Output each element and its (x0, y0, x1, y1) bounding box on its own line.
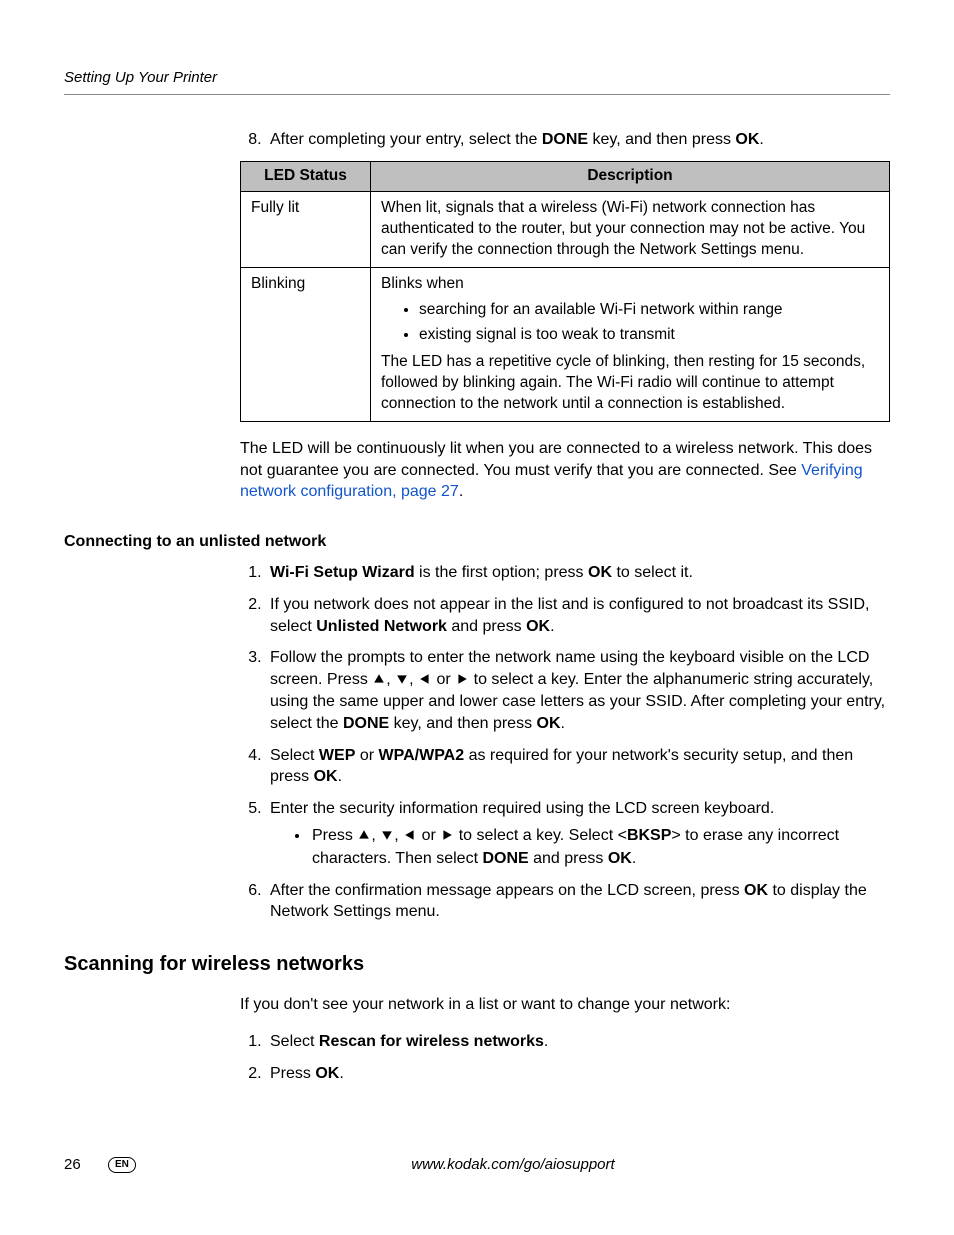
ok-key: OK (744, 882, 768, 899)
text: key, and then press (588, 131, 735, 148)
step-2: Press OK. (266, 1063, 890, 1085)
section-scanning: Scanning for wireless networks (64, 951, 890, 978)
rescan-option: Rescan for wireless networks (319, 1033, 544, 1050)
text: The LED will be continuously lit when yo… (240, 440, 872, 479)
main-content: After completing your entry, select the … (240, 129, 890, 503)
text: or (432, 671, 455, 688)
text: Select (270, 747, 319, 764)
ok-key: OK (537, 715, 561, 732)
cell-description: When lit, signals that a wireless (Wi-Fi… (371, 191, 890, 267)
text: . (339, 1065, 343, 1082)
done-key: DONE (542, 131, 588, 148)
language-badge: EN (108, 1157, 136, 1173)
text: . (759, 131, 763, 148)
text: Press (312, 827, 357, 844)
text: After the confirmation message appears o… (270, 882, 744, 899)
text: . (550, 618, 554, 635)
page-footer: 26 EN www.kodak.com/go/aiosupport (64, 1155, 890, 1175)
unlisted-network: Unlisted Network (316, 618, 447, 635)
list-item: Press , , or to select a key. Select <BK… (310, 825, 890, 869)
wep: WEP (319, 747, 355, 764)
page-number: 26 (64, 1155, 104, 1175)
ok-key: OK (608, 850, 632, 867)
done-key: DONE (482, 850, 528, 867)
ok-key: OK (735, 131, 759, 148)
arrow-right-icon (455, 670, 469, 692)
text: . (338, 768, 342, 785)
arrow-up-icon (357, 826, 371, 848)
arrow-down-icon (380, 826, 394, 848)
led-status-table: LED Status Description Fully lit When li… (240, 161, 890, 422)
ok-key: OK (315, 1065, 339, 1082)
text: . (561, 715, 565, 732)
text: Blinks when (381, 274, 879, 295)
ok-key: OK (588, 564, 612, 581)
paragraph: If you don't see your network in a list … (240, 994, 890, 1016)
text: and press (529, 850, 608, 867)
table-row: Blinking Blinks when searching for an av… (241, 267, 890, 422)
wpa: WPA/WPA2 (379, 747, 465, 764)
bksp-key: BKSP (627, 827, 671, 844)
text: After completing your entry, select the (270, 131, 542, 148)
unlisted-steps: Wi-Fi Setup Wizard is the first option; … (240, 562, 890, 922)
step-5: Enter the security information required … (266, 798, 890, 870)
step-6: After the confirmation message appears o… (266, 880, 890, 923)
cell-status: Blinking (241, 267, 371, 422)
text: . (459, 483, 463, 500)
text: Select (270, 1033, 319, 1050)
list-item: searching for an available Wi-Fi network… (419, 300, 879, 321)
list-item: existing signal is too weak to transmit (419, 325, 879, 346)
table-header-status: LED Status (241, 161, 371, 191)
arrow-left-icon (403, 826, 417, 848)
subheading-unlisted-network: Connecting to an unlisted network (64, 531, 890, 553)
text: The LED has a repetitive cycle of blinki… (381, 352, 879, 415)
text: Enter the security information required … (270, 800, 774, 817)
step-1: Wi-Fi Setup Wizard is the first option; … (266, 562, 890, 584)
scanning-steps: Select Rescan for wireless networks. Pre… (240, 1031, 890, 1084)
wifi-wizard: Wi-Fi Setup Wizard (270, 564, 415, 581)
text: or (355, 747, 378, 764)
step-8: After completing your entry, select the … (266, 129, 890, 151)
cell-status: Fully lit (241, 191, 371, 267)
arrow-down-icon (395, 670, 409, 692)
text: Press (270, 1065, 315, 1082)
cell-description: Blinks when searching for an available W… (371, 267, 890, 422)
paragraph: The LED will be continuously lit when yo… (240, 438, 890, 503)
arrow-up-icon (372, 670, 386, 692)
text: is the first option; press (415, 564, 588, 581)
table-row: Fully lit When lit, signals that a wirel… (241, 191, 890, 267)
step-1: Select Rescan for wireless networks. (266, 1031, 890, 1053)
step-list-continuation: After completing your entry, select the … (240, 129, 890, 151)
text: to select it. (612, 564, 693, 581)
running-header: Setting Up Your Printer (64, 68, 890, 95)
ok-key: OK (314, 768, 338, 785)
text: . (544, 1033, 548, 1050)
done-key: DONE (343, 715, 389, 732)
text: . (632, 850, 636, 867)
ok-key: OK (526, 618, 550, 635)
arrow-right-icon (440, 826, 454, 848)
table-header-description: Description (371, 161, 890, 191)
step-4: Select WEP or WPA/WPA2 as required for y… (266, 745, 890, 788)
text: to select a key. Select < (454, 827, 627, 844)
footer-url: www.kodak.com/go/aiosupport (136, 1155, 890, 1175)
text: and press (447, 618, 526, 635)
step-3: Follow the prompts to enter the network … (266, 647, 890, 734)
text: key, and then press (389, 715, 536, 732)
text: or (417, 827, 440, 844)
step-2: If you network does not appear in the li… (266, 594, 890, 637)
arrow-left-icon (418, 670, 432, 692)
